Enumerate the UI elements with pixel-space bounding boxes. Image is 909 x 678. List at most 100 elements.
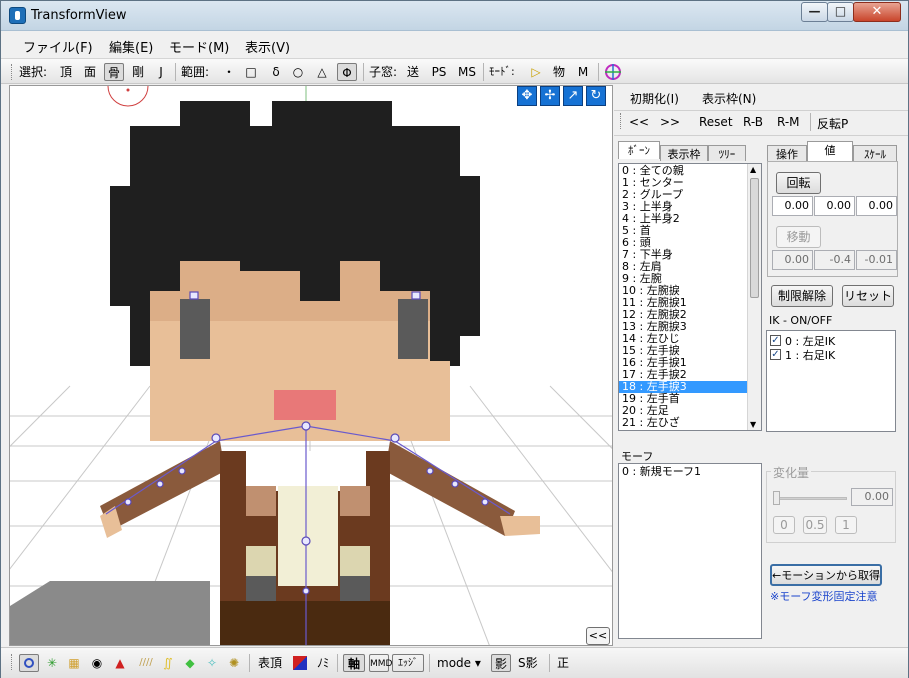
scroll-up-icon[interactable]: ▲ <box>750 165 756 174</box>
menu-edit[interactable]: 編集(E) <box>109 37 153 56</box>
collapse-panel-button[interactable]: << <box>586 627 610 645</box>
mode-dropdown[interactable]: mode ▾ <box>437 654 481 672</box>
rotate-y-field[interactable]: 0.00 <box>814 196 855 216</box>
panel-menu-reset[interactable]: 初期化(I) <box>630 90 679 107</box>
flip-pose-button[interactable]: 反転P <box>817 115 848 132</box>
select-vertex-button[interactable]: 頂 <box>59 63 73 81</box>
move-button[interactable]: 移動 <box>776 226 821 248</box>
menu-view[interactable]: 表示(V) <box>245 37 290 56</box>
nav-grip[interactable] <box>620 113 623 129</box>
tab-tree[interactable]: ﾂﾘｰ <box>708 145 746 161</box>
tab-display-frame[interactable]: 表示枠 <box>660 145 708 161</box>
close-button[interactable]: ✕ <box>853 2 901 22</box>
normal-display-icon[interactable]: ✳ <box>45 654 59 672</box>
morph-item[interactable]: 0 : 新規モーフ1 <box>619 466 761 478</box>
title-bar[interactable]: TransformView — □ ✕ <box>1 1 908 31</box>
change-zero-button[interactable]: 0 <box>773 516 795 534</box>
edge-toggle[interactable]: ｴｯｼﾞ <box>392 654 424 672</box>
scroll-down-icon[interactable]: ▼ <box>750 420 756 429</box>
rm-button[interactable]: R-M <box>777 115 800 129</box>
move-y-field[interactable]: -0.4 <box>814 250 855 270</box>
range-delta-button[interactable]: δ <box>269 63 283 81</box>
rotate-x-field[interactable]: 0.00 <box>772 196 813 216</box>
select-bone-button[interactable]: 骨 <box>104 63 124 81</box>
change-slider-track[interactable] <box>775 497 847 500</box>
maximize-button[interactable]: □ <box>827 2 854 22</box>
ik-checkbox-left-foot[interactable]: ✓ <box>770 335 781 346</box>
zoom-icon[interactable]: ↗ <box>563 86 583 106</box>
morph-list[interactable]: 0 : 新規モーフ1 <box>618 463 762 639</box>
value-panel: 回転 0.00 0.00 0.00 移動 0.00 -0.4 -0.01 <box>767 161 898 277</box>
axis-toggle[interactable]: 軸 <box>343 654 365 672</box>
rigid-display-icon[interactable]: ◆ <box>183 654 197 672</box>
range-rect-button[interactable]: □ <box>244 63 258 81</box>
wire-display-icon[interactable]: //// <box>137 654 155 672</box>
mode-m-button[interactable]: M <box>576 63 590 81</box>
nomi-toggle[interactable]: ﾉﾐ <box>317 654 329 672</box>
rb-button[interactable]: R-B <box>743 115 763 129</box>
reset-nav-button[interactable]: Reset <box>699 115 733 129</box>
triangle-display-icon[interactable]: ▲ <box>113 654 127 672</box>
rotate-button[interactable]: 回転 <box>776 172 821 194</box>
move-x-field[interactable]: 0.00 <box>772 250 813 270</box>
material-color-icon[interactable] <box>293 656 307 670</box>
3d-viewport[interactable]: ✥ ✢ ↗ ↻ << <box>9 85 613 646</box>
bone-list[interactable]: 0 : 全ての親 1 : センター 2 : グループ 3 : 上半身 4 : 上半身2 5… <box>618 163 762 431</box>
range-phi-button[interactable]: Φ <box>337 63 357 81</box>
toolbar-grip[interactable] <box>11 64 14 80</box>
child-ms-button[interactable]: MS <box>457 63 477 81</box>
next-frame-button[interactable]: >> <box>660 115 680 129</box>
rotate-view-icon[interactable]: ↻ <box>586 86 606 106</box>
minimize-button[interactable]: — <box>801 2 828 22</box>
child-send-button[interactable]: 送 <box>406 63 420 81</box>
move-view-icon[interactable]: ✥ <box>517 86 537 106</box>
color-wheel-icon[interactable] <box>604 63 622 81</box>
range-triangle-button[interactable]: △ <box>315 63 329 81</box>
scrollbar-thumb[interactable] <box>750 178 759 298</box>
self-shadow-toggle[interactable]: S影 <box>518 654 538 672</box>
prev-frame-button[interactable]: << <box>629 115 649 129</box>
bone-list-item[interactable]: 21 : 左ひざ <box>619 417 761 429</box>
shadow-toggle[interactable]: 影 <box>491 654 511 672</box>
joint-display-icon[interactable]: ✧ <box>205 654 219 672</box>
ik-checkbox-right-foot[interactable]: ✓ <box>770 349 781 360</box>
change-one-button[interactable]: 1 <box>835 516 857 534</box>
range-point-button[interactable]: ・ <box>222 63 236 81</box>
mode-play-button[interactable]: ▷ <box>529 63 543 81</box>
tab-value[interactable]: 値 <box>807 141 853 161</box>
tab-bone[interactable]: ﾎﾞｰﾝ <box>618 141 660 159</box>
select-face-button[interactable]: 面 <box>83 63 97 81</box>
pan-icon[interactable]: ✢ <box>540 86 560 106</box>
ik-list[interactable]: ✓ 0 : 左足IK ✓ 1 : 右足IK <box>766 330 896 432</box>
get-from-motion-button[interactable]: ←モーションから取得 <box>770 564 882 586</box>
release-limit-button[interactable]: 制限解除 <box>771 285 833 307</box>
rotate-z-field[interactable]: 0.00 <box>856 196 897 216</box>
sdef-display-icon[interactable]: ✺ <box>227 654 241 672</box>
vertex-display-icon[interactable] <box>19 654 39 672</box>
texture-display-icon[interactable]: ▦ <box>67 654 81 672</box>
move-z-field[interactable]: -0.01 <box>856 250 897 270</box>
tab-operation[interactable]: 操作 <box>767 145 807 161</box>
change-value-field[interactable]: 0.00 <box>851 488 893 506</box>
tab-scale[interactable]: ｽｹｰﾙ <box>853 145 897 161</box>
mode-physics-button[interactable]: 物 <box>552 63 566 81</box>
surface-vertex-toggle[interactable]: 表頂 <box>258 654 282 672</box>
panel-menu-display-frame[interactable]: 表示枠(N) <box>702 90 756 107</box>
status-grip[interactable] <box>11 654 14 670</box>
bone-list-scrollbar[interactable]: ▲ ▼ <box>747 164 761 430</box>
select-joint-button[interactable]: J <box>155 63 167 81</box>
child-ps-button[interactable]: PS <box>430 63 448 81</box>
change-slider-thumb[interactable] <box>773 491 780 505</box>
range-circle-button[interactable]: ○ <box>291 63 305 81</box>
menu-file[interactable]: ファイル(F) <box>23 37 93 56</box>
weight-display-icon[interactable]: ∬ <box>161 654 175 672</box>
eye-right <box>398 299 428 359</box>
menu-mode[interactable]: モード(M) <box>169 37 229 56</box>
mmd-toggle[interactable]: MMD <box>369 654 392 672</box>
reset-bone-button[interactable]: リセット <box>842 285 894 307</box>
select-rigid-button[interactable]: 剛 <box>131 63 145 81</box>
change-half-button[interactable]: 0.5 <box>803 516 827 534</box>
viewport-scene[interactable] <box>10 86 613 646</box>
front-view-toggle[interactable]: 正 <box>557 654 569 672</box>
point-display-icon[interactable]: ◉ <box>90 654 104 672</box>
